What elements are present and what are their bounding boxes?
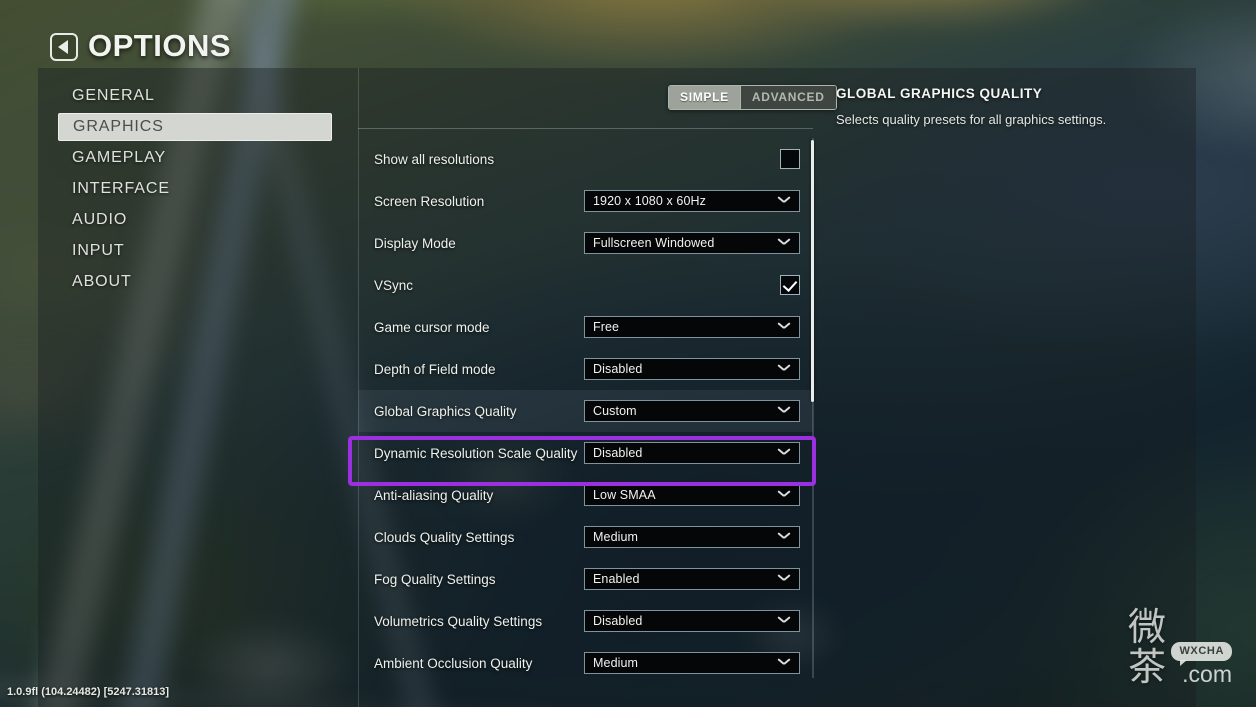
setting-row-screen-resolution[interactable]: Screen Resolution 1920 x 1080 x 60Hz bbox=[358, 180, 813, 222]
chevron-down-icon bbox=[778, 616, 790, 623]
setting-row-clouds-quality-settings[interactable]: Clouds Quality Settings Medium bbox=[358, 516, 813, 558]
dropdown-global-graphics-quality[interactable]: Custom bbox=[584, 400, 800, 422]
checkbox-vsync[interactable] bbox=[780, 275, 800, 295]
dropdown-volumetrics-quality-settings[interactable]: Disabled bbox=[584, 610, 800, 632]
dropdown-value: Free bbox=[593, 320, 620, 334]
checkbox-show-all-resolutions[interactable] bbox=[780, 149, 800, 169]
setting-row-volumetrics-quality-settings[interactable]: Volumetrics Quality Settings Disabled bbox=[358, 600, 813, 642]
chevron-down-icon bbox=[778, 196, 790, 203]
chevron-down-icon bbox=[778, 448, 790, 455]
setting-label: Show all resolutions bbox=[374, 151, 495, 167]
watermark-logo-text: 微茶 bbox=[1127, 605, 1166, 689]
dropdown-clouds-quality-settings[interactable]: Medium bbox=[584, 526, 800, 548]
dropdown-dynamic-resolution-scale-quality[interactable]: Disabled bbox=[584, 442, 800, 464]
setting-row-show-all-resolutions[interactable]: Show all resolutions bbox=[358, 138, 813, 180]
watermark-badge: WXCHA bbox=[1171, 642, 1232, 666]
dropdown-fog-quality-settings[interactable]: Enabled bbox=[584, 568, 800, 590]
version-text: 1.0.9fl (104.24482) [5247.31813] bbox=[7, 686, 170, 698]
chevron-down-icon bbox=[778, 490, 790, 497]
settings-scrollbar-thumb[interactable] bbox=[811, 140, 814, 402]
dropdown-value: Disabled bbox=[593, 362, 643, 376]
dropdown-value: Fullscreen Windowed bbox=[593, 236, 715, 250]
sidebar-item-about[interactable]: ABOUT bbox=[58, 268, 332, 296]
chevron-down-icon bbox=[778, 238, 790, 245]
setting-label: Volumetrics Quality Settings bbox=[374, 613, 543, 629]
setting-label: Display Mode bbox=[374, 235, 456, 251]
setting-label: Anti-aliasing Quality bbox=[374, 487, 494, 503]
settings-list: Show all resolutions Screen Resolution 1… bbox=[358, 138, 813, 678]
dropdown-display-mode[interactable]: Fullscreen Windowed bbox=[584, 232, 800, 254]
chevron-down-icon bbox=[778, 658, 790, 665]
sidebar-item-interface[interactable]: INTERFACE bbox=[58, 175, 332, 203]
dropdown-value: 1920 x 1080 x 60Hz bbox=[593, 194, 706, 208]
setting-label: Clouds Quality Settings bbox=[374, 529, 515, 545]
setting-row-depth-of-field-mode[interactable]: Depth of Field mode Disabled bbox=[358, 348, 813, 390]
dropdown-value: Medium bbox=[593, 530, 639, 544]
tab-simple[interactable]: SIMPLE bbox=[669, 86, 740, 109]
setting-label: Fog Quality Settings bbox=[374, 571, 496, 587]
dropdown-game-cursor-mode[interactable]: Free bbox=[584, 316, 800, 338]
tabs-underline bbox=[358, 128, 813, 129]
view-mode-tabs: SIMPLE ADVANCED bbox=[668, 85, 837, 110]
chevron-down-icon bbox=[778, 322, 790, 329]
setting-row-vsync[interactable]: VSync bbox=[358, 264, 813, 306]
sidebar-item-gameplay[interactable]: GAMEPLAY bbox=[58, 144, 332, 172]
setting-info-pane: GLOBAL GRAPHICS QUALITY Selects quality … bbox=[836, 86, 1186, 128]
chevron-down-icon bbox=[778, 406, 790, 413]
dropdown-value: Custom bbox=[593, 404, 637, 418]
setting-label: VSync bbox=[374, 277, 414, 293]
sidebar-item-general[interactable]: GENERAL bbox=[58, 82, 332, 110]
info-title: GLOBAL GRAPHICS QUALITY bbox=[836, 86, 1043, 101]
options-sidebar: GENERAL GRAPHICS GAMEPLAY INTERFACE AUDI… bbox=[58, 82, 332, 299]
setting-label: Global Graphics Quality bbox=[374, 403, 517, 419]
setting-row-anti-aliasing-quality[interactable]: Anti-aliasing Quality Low SMAA bbox=[358, 474, 813, 516]
dropdown-screen-resolution[interactable]: 1920 x 1080 x 60Hz bbox=[584, 190, 800, 212]
sidebar-item-graphics[interactable]: GRAPHICS bbox=[58, 113, 332, 141]
sidebar-item-input[interactable]: INPUT bbox=[58, 237, 332, 265]
setting-label: Depth of Field mode bbox=[374, 361, 496, 377]
chevron-down-icon bbox=[778, 574, 790, 581]
setting-row-global-graphics-quality[interactable]: Global Graphics Quality Custom bbox=[358, 390, 813, 432]
setting-label: Game cursor mode bbox=[374, 319, 490, 335]
page-title: OPTIONS bbox=[88, 28, 232, 63]
back-arrow-icon[interactable] bbox=[50, 33, 78, 61]
sidebar-item-audio[interactable]: AUDIO bbox=[58, 206, 332, 234]
info-description: Selects quality presets for all graphics… bbox=[836, 112, 1107, 127]
setting-row-game-cursor-mode[interactable]: Game cursor mode Free bbox=[358, 306, 813, 348]
dropdown-value: Medium bbox=[593, 656, 639, 670]
dropdown-value: Low SMAA bbox=[593, 488, 656, 502]
back-triangle-glyph bbox=[58, 40, 68, 54]
dropdown-ambient-occlusion-quality[interactable]: Medium bbox=[584, 652, 800, 674]
dropdown-anti-aliasing-quality[interactable]: Low SMAA bbox=[584, 484, 800, 506]
options-header: OPTIONS bbox=[0, 0, 1256, 68]
dropdown-depth-of-field-mode[interactable]: Disabled bbox=[584, 358, 800, 380]
setting-label: Ambient Occlusion Quality bbox=[374, 655, 533, 671]
setting-label: Screen Resolution bbox=[374, 193, 485, 209]
dropdown-value: Enabled bbox=[593, 572, 640, 586]
setting-row-ambient-occlusion-quality[interactable]: Ambient Occlusion Quality Medium bbox=[358, 642, 813, 678]
chevron-down-icon bbox=[778, 532, 790, 539]
setting-row-fog-quality-settings[interactable]: Fog Quality Settings Enabled bbox=[358, 558, 813, 600]
setting-row-display-mode[interactable]: Display Mode Fullscreen Windowed bbox=[358, 222, 813, 264]
dropdown-value: Disabled bbox=[593, 446, 643, 460]
dropdown-value: Disabled bbox=[593, 614, 643, 628]
tab-advanced[interactable]: ADVANCED bbox=[740, 86, 836, 109]
watermark-domain: .com bbox=[1182, 661, 1232, 687]
setting-label: Dynamic Resolution Scale Quality bbox=[374, 445, 578, 461]
setting-row-dynamic-resolution-scale-quality[interactable]: Dynamic Resolution Scale Quality Disable… bbox=[358, 432, 813, 474]
chevron-down-icon bbox=[778, 364, 790, 371]
